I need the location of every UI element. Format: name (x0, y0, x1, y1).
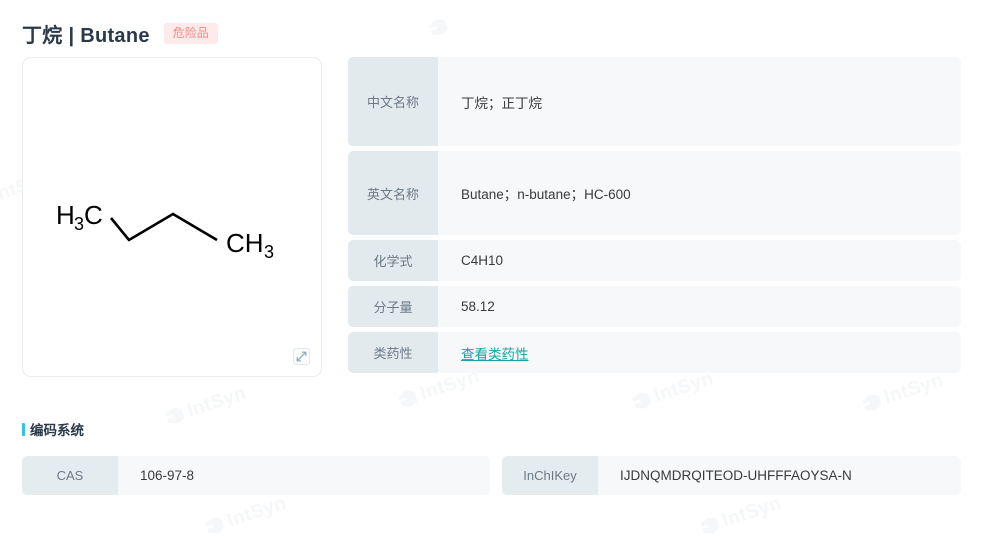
table-row: 类药性 查看类药性 (348, 332, 961, 373)
hazard-badge: 危险品 (163, 23, 218, 44)
molecule-structure-diagram: H 3 C CH 3 (56, 200, 274, 262)
info-label-english-name: 英文名称 (348, 151, 438, 235)
info-value-molecular-weight: 58.12 (438, 286, 961, 327)
info-value-druglikeness: 查看类药性 (438, 332, 961, 373)
structure-card: H 3 C CH 3 (22, 57, 322, 377)
code-entry-inchikey: InChIKey IJDNQMDRQITEOD-UHFFFAOYSA-N (502, 456, 961, 495)
watermark-text: IntSyn (184, 382, 250, 422)
info-value-english-name: Butane；n-butane；HC-600 (438, 151, 961, 235)
code-entry-cas: CAS 106-97-8 (22, 456, 490, 495)
code-value-cas: 106-97-8 (118, 456, 490, 495)
code-label-inchikey: InChIKey (502, 456, 598, 495)
info-label-molecular-weight: 分子量 (348, 286, 438, 327)
watermark-text: IntSyn (719, 492, 785, 532)
watermark-logo-icon (164, 405, 185, 426)
expand-structure-button[interactable] (293, 348, 310, 365)
coding-system-section-header: 编码系统 (22, 419, 84, 439)
info-label-chinese-name: 中文名称 (348, 57, 438, 146)
compound-info-table: 中文名称 丁烷；正丁烷 英文名称 Butane；n-butane；HC-600 … (348, 57, 961, 378)
watermark-logo-icon (699, 515, 720, 536)
svg-text:C: C (84, 200, 103, 230)
watermark-logo-icon (861, 392, 882, 413)
info-value-formula: C4H10 (438, 240, 961, 281)
svg-text:3: 3 (264, 242, 274, 262)
watermark-logo-icon (397, 388, 418, 409)
expand-icon (296, 351, 307, 362)
watermark: IntSyn (204, 493, 290, 539)
watermark: IntSyn (164, 383, 250, 430)
svg-text:CH: CH (226, 228, 264, 258)
section-title: 编码系统 (30, 423, 84, 438)
watermark-text: IntSyn (224, 492, 290, 532)
watermark: IntSyn (699, 493, 785, 539)
watermark (427, 13, 455, 41)
svg-text:3: 3 (74, 214, 84, 234)
watermark-logo-icon (428, 17, 449, 38)
page-header: 丁烷 | Butane 危险品 (22, 19, 218, 48)
view-druglikeness-link[interactable]: 查看类药性 (461, 343, 529, 363)
info-label-formula: 化学式 (348, 240, 438, 281)
watermark-logo-icon (631, 390, 652, 411)
info-label-druglikeness: 类药性 (348, 332, 438, 373)
watermark-logo-icon (204, 515, 225, 536)
table-row: 化学式 C4H10 (348, 240, 961, 281)
table-row: 英文名称 Butane；n-butane；HC-600 (348, 151, 961, 235)
code-label-cas: CAS (22, 456, 118, 495)
info-value-chinese-name: 丁烷；正丁烷 (438, 57, 961, 146)
code-value-inchikey: IJDNQMDRQITEOD-UHFFFAOYSA-N (598, 456, 961, 495)
page-title: 丁烷 | Butane (22, 25, 150, 47)
svg-text:H: H (56, 200, 75, 230)
section-accent-bar (22, 422, 25, 436)
table-row: 中文名称 丁烷；正丁烷 (348, 57, 961, 146)
table-row: 分子量 58.12 (348, 286, 961, 327)
